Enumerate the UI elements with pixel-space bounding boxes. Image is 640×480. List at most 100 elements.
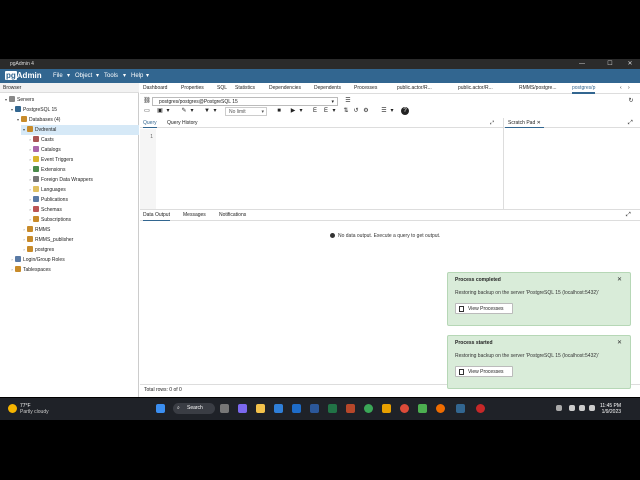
filter-caret-icon[interactable]: ▾: [211, 107, 219, 115]
app-icon[interactable]: [364, 404, 373, 413]
tab-dependencies[interactable]: Dependencies: [269, 83, 301, 94]
execute-caret-icon[interactable]: ▾: [297, 107, 305, 115]
chat-icon[interactable]: [238, 404, 247, 413]
commit-icon[interactable]: ⇅: [342, 107, 350, 115]
tab-scratch-pad[interactable]: Scratch Pad ✕: [505, 118, 544, 128]
word-icon[interactable]: [310, 404, 319, 413]
chrome-alt-icon[interactable]: [436, 404, 445, 413]
menu-file-caret[interactable]: ▾: [67, 69, 70, 83]
tree-node-tablespaces[interactable]: › Tablespaces: [9, 265, 51, 275]
close-notification-icon[interactable]: ✕: [617, 276, 622, 283]
sql-editor[interactable]: 1: [140, 129, 502, 209]
tab-dashboard[interactable]: Dashboard: [143, 83, 167, 94]
refresh-icon[interactable]: ↻: [627, 97, 635, 105]
tab-statistics[interactable]: Statistics: [235, 83, 255, 94]
task-view-icon[interactable]: [220, 404, 229, 413]
filter-icon[interactable]: ▼: [203, 107, 211, 115]
menu-tools-caret[interactable]: ▾: [123, 69, 126, 83]
tab-query-rmms[interactable]: RMMS/postgre...: [519, 83, 557, 94]
execute-icon[interactable]: ▶: [289, 107, 297, 115]
pgadmin-taskbar-icon[interactable]: [456, 404, 465, 413]
weather-icon[interactable]: [8, 404, 17, 413]
tree-node-rmms-publisher[interactable]: › RMMS_publisher: [21, 235, 73, 245]
explain-analyze-icon[interactable]: E: [322, 107, 330, 115]
tab-messages[interactable]: Messages: [183, 210, 206, 221]
maximize-icon[interactable]: ☐: [600, 59, 620, 69]
tree-node-publications[interactable]: › Publications: [27, 195, 68, 205]
close-notification-icon[interactable]: ✕: [617, 339, 622, 346]
stop-icon[interactable]: ■: [275, 107, 283, 115]
menu-object-caret[interactable]: ▾: [96, 69, 99, 83]
rollback-icon[interactable]: ↺: [352, 107, 360, 115]
explain-icon[interactable]: E: [311, 107, 319, 115]
connection-select[interactable]: postgres/postgres@PostgreSQL 15 ▾: [152, 97, 338, 106]
expand-editor-icon[interactable]: ⤢: [490, 118, 494, 128]
recorder-icon[interactable]: [476, 404, 485, 413]
battery-icon[interactable]: [589, 405, 595, 411]
menu-tools[interactable]: Tools: [104, 69, 118, 83]
chrome-icon[interactable]: [400, 404, 409, 413]
tree-node-rmms[interactable]: › RMMS: [21, 225, 50, 235]
tab-query-actor-2[interactable]: public.actor/R...: [458, 83, 493, 94]
save-caret-icon[interactable]: ▾: [164, 107, 172, 115]
edge-icon[interactable]: [274, 404, 283, 413]
tree-node-postgresql-15[interactable]: ▾ PostgreSQL 15: [9, 105, 57, 115]
volume-icon[interactable]: [579, 405, 585, 411]
excel-icon[interactable]: [328, 404, 337, 413]
tray-chevron-icon[interactable]: [556, 405, 562, 411]
menu-file[interactable]: File: [53, 69, 63, 83]
edit-caret-icon[interactable]: ▾: [188, 107, 196, 115]
minimize-icon[interactable]: —: [572, 59, 592, 69]
wifi-icon[interactable]: [569, 405, 575, 411]
help-icon[interactable]: ?: [401, 107, 409, 115]
tab-notifications[interactable]: Notifications: [219, 210, 246, 221]
store-icon[interactable]: [292, 404, 301, 413]
save-icon[interactable]: ▣: [156, 107, 164, 115]
macros-icon[interactable]: ⚙: [362, 107, 370, 115]
tab-data-output[interactable]: Data Output: [143, 210, 170, 221]
tree-node-languages[interactable]: › Languages: [27, 185, 66, 195]
database-icon[interactable]: ☰: [344, 97, 352, 105]
tab-query-history[interactable]: Query History: [167, 118, 198, 128]
explain-caret-icon[interactable]: ▾: [330, 107, 338, 115]
tree-node-databases[interactable]: ▾ Databases (4): [15, 115, 60, 125]
tab-processes[interactable]: Processes: [354, 83, 377, 94]
powerpoint-icon[interactable]: [346, 404, 355, 413]
tab-sql[interactable]: SQL: [217, 83, 227, 94]
tree-node-postgres[interactable]: › postgres: [21, 245, 54, 255]
tree-node-catalogs[interactable]: › Catalogs: [27, 145, 61, 155]
list-caret-icon[interactable]: ▾: [388, 107, 396, 115]
start-icon[interactable]: [156, 404, 165, 413]
menu-help[interactable]: Help: [131, 69, 143, 83]
app2-icon[interactable]: [418, 404, 427, 413]
taskbar-search[interactable]: ⌕ Search: [173, 403, 215, 414]
tree-node-schemas[interactable]: › Schemas: [27, 205, 62, 215]
close-scratch-icon[interactable]: ✕: [537, 120, 541, 126]
expand-scratch-icon[interactable]: ⤢: [628, 118, 633, 128]
tree-node-foreign-data-wrappers[interactable]: › Foreign Data Wrappers: [27, 175, 93, 185]
view-processes-button[interactable]: View Processes: [455, 366, 513, 377]
tab-query-postgres[interactable]: postgres/p: [572, 83, 596, 94]
tree-node-casts[interactable]: › Casts: [27, 135, 54, 145]
close-window-icon[interactable]: ✕: [620, 59, 640, 69]
file-explorer-icon[interactable]: [256, 404, 265, 413]
edit-icon[interactable]: ✎: [180, 107, 188, 115]
tree-node-login-group-roles[interactable]: › Login/Group Roles: [9, 255, 65, 265]
tree-node-dvdrental[interactable]: ▾ Dvdrental: [21, 125, 139, 135]
tab-scroll-right-icon[interactable]: ›: [628, 83, 630, 94]
menu-help-caret[interactable]: ▾: [146, 69, 149, 83]
open-file-icon[interactable]: ▭: [143, 107, 151, 115]
view-processes-button[interactable]: View Processes: [455, 303, 513, 314]
tab-dependents[interactable]: Dependents: [314, 83, 341, 94]
system-clock[interactable]: 11:45 PM 1/9/2023: [600, 403, 621, 415]
menu-object[interactable]: Object: [75, 69, 92, 83]
tab-properties[interactable]: Properties: [181, 83, 204, 94]
list-icon[interactable]: ☰: [380, 107, 388, 115]
tree-node-subscriptions[interactable]: › Subscriptions: [27, 215, 71, 225]
tree-node-servers[interactable]: ▾ Servers: [3, 95, 34, 105]
tree-node-extensions[interactable]: › Extensions: [27, 165, 65, 175]
tree-node-event-triggers[interactable]: › Event Triggers: [27, 155, 73, 165]
row-limit-select[interactable]: No limit ▾: [225, 107, 267, 116]
tab-scroll-left-icon[interactable]: ‹: [620, 83, 622, 94]
tab-query[interactable]: Query: [143, 118, 157, 128]
